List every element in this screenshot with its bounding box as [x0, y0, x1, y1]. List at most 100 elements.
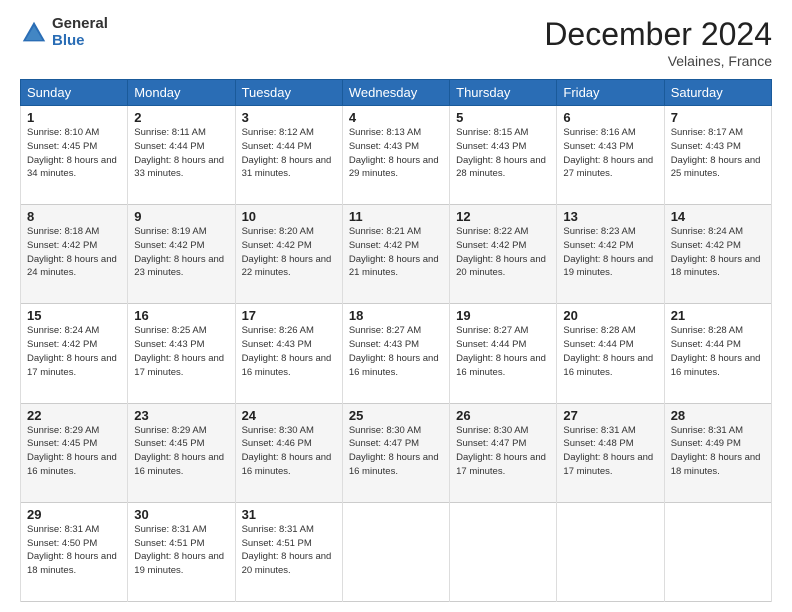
day-number: 20 [563, 308, 657, 323]
cell-details: Sunrise: 8:12 AMSunset: 4:44 PMDaylight:… [242, 126, 336, 181]
day-number: 21 [671, 308, 765, 323]
cell-details: Sunrise: 8:20 AMSunset: 4:42 PMDaylight:… [242, 225, 336, 280]
cell-details: Sunrise: 8:28 AMSunset: 4:44 PMDaylight:… [671, 324, 765, 379]
day-number: 26 [456, 408, 550, 423]
day-number: 18 [349, 308, 443, 323]
day-number: 15 [27, 308, 121, 323]
page: General Blue December 2024 Velaines, Fra… [0, 0, 792, 612]
day-number: 9 [134, 209, 228, 224]
day-number: 23 [134, 408, 228, 423]
calendar-cell: 7Sunrise: 8:17 AMSunset: 4:43 PMDaylight… [664, 106, 771, 205]
month-title: December 2024 [544, 16, 772, 53]
cell-details: Sunrise: 8:15 AMSunset: 4:43 PMDaylight:… [456, 126, 550, 181]
cell-details: Sunrise: 8:10 AMSunset: 4:45 PMDaylight:… [27, 126, 121, 181]
calendar-cell: 3Sunrise: 8:12 AMSunset: 4:44 PMDaylight… [235, 106, 342, 205]
calendar-cell: 6Sunrise: 8:16 AMSunset: 4:43 PMDaylight… [557, 106, 664, 205]
cell-details: Sunrise: 8:26 AMSunset: 4:43 PMDaylight:… [242, 324, 336, 379]
calendar-week-row: 29Sunrise: 8:31 AMSunset: 4:50 PMDayligh… [21, 502, 772, 601]
calendar-cell: 24Sunrise: 8:30 AMSunset: 4:46 PMDayligh… [235, 403, 342, 502]
cell-details: Sunrise: 8:27 AMSunset: 4:44 PMDaylight:… [456, 324, 550, 379]
cell-details: Sunrise: 8:28 AMSunset: 4:44 PMDaylight:… [563, 324, 657, 379]
calendar-cell: 1Sunrise: 8:10 AMSunset: 4:45 PMDaylight… [21, 106, 128, 205]
day-number: 3 [242, 110, 336, 125]
day-number: 12 [456, 209, 550, 224]
calendar-cell: 19Sunrise: 8:27 AMSunset: 4:44 PMDayligh… [450, 304, 557, 403]
cell-details: Sunrise: 8:30 AMSunset: 4:46 PMDaylight:… [242, 424, 336, 479]
day-number: 4 [349, 110, 443, 125]
day-number: 19 [456, 308, 550, 323]
cell-details: Sunrise: 8:30 AMSunset: 4:47 PMDaylight:… [456, 424, 550, 479]
day-number: 27 [563, 408, 657, 423]
calendar-header-saturday: Saturday [664, 80, 771, 106]
calendar-cell: 21Sunrise: 8:28 AMSunset: 4:44 PMDayligh… [664, 304, 771, 403]
calendar-cell: 25Sunrise: 8:30 AMSunset: 4:47 PMDayligh… [342, 403, 449, 502]
calendar-cell: 29Sunrise: 8:31 AMSunset: 4:50 PMDayligh… [21, 502, 128, 601]
cell-details: Sunrise: 8:21 AMSunset: 4:42 PMDaylight:… [349, 225, 443, 280]
cell-details: Sunrise: 8:31 AMSunset: 4:48 PMDaylight:… [563, 424, 657, 479]
cell-details: Sunrise: 8:23 AMSunset: 4:42 PMDaylight:… [563, 225, 657, 280]
logo-icon [20, 19, 48, 47]
calendar-cell [664, 502, 771, 601]
calendar-header-tuesday: Tuesday [235, 80, 342, 106]
day-number: 8 [27, 209, 121, 224]
calendar-cell: 18Sunrise: 8:27 AMSunset: 4:43 PMDayligh… [342, 304, 449, 403]
day-number: 24 [242, 408, 336, 423]
calendar-cell: 4Sunrise: 8:13 AMSunset: 4:43 PMDaylight… [342, 106, 449, 205]
cell-details: Sunrise: 8:29 AMSunset: 4:45 PMDaylight:… [27, 424, 121, 479]
day-number: 5 [456, 110, 550, 125]
cell-details: Sunrise: 8:30 AMSunset: 4:47 PMDaylight:… [349, 424, 443, 479]
calendar-cell [450, 502, 557, 601]
calendar-cell: 15Sunrise: 8:24 AMSunset: 4:42 PMDayligh… [21, 304, 128, 403]
logo-blue-text: Blue [52, 33, 108, 50]
calendar-week-row: 15Sunrise: 8:24 AMSunset: 4:42 PMDayligh… [21, 304, 772, 403]
day-number: 1 [27, 110, 121, 125]
cell-details: Sunrise: 8:19 AMSunset: 4:42 PMDaylight:… [134, 225, 228, 280]
calendar-header-sunday: Sunday [21, 80, 128, 106]
calendar-cell: 31Sunrise: 8:31 AMSunset: 4:51 PMDayligh… [235, 502, 342, 601]
calendar-cell: 14Sunrise: 8:24 AMSunset: 4:42 PMDayligh… [664, 205, 771, 304]
cell-details: Sunrise: 8:11 AMSunset: 4:44 PMDaylight:… [134, 126, 228, 181]
title-block: December 2024 Velaines, France [544, 16, 772, 69]
calendar-table: SundayMondayTuesdayWednesdayThursdayFrid… [20, 79, 772, 602]
day-number: 22 [27, 408, 121, 423]
day-number: 25 [349, 408, 443, 423]
day-number: 29 [27, 507, 121, 522]
day-number: 2 [134, 110, 228, 125]
cell-details: Sunrise: 8:16 AMSunset: 4:43 PMDaylight:… [563, 126, 657, 181]
cell-details: Sunrise: 8:22 AMSunset: 4:42 PMDaylight:… [456, 225, 550, 280]
cell-details: Sunrise: 8:24 AMSunset: 4:42 PMDaylight:… [671, 225, 765, 280]
calendar-cell: 11Sunrise: 8:21 AMSunset: 4:42 PMDayligh… [342, 205, 449, 304]
location: Velaines, France [544, 53, 772, 69]
day-number: 17 [242, 308, 336, 323]
calendar-week-row: 1Sunrise: 8:10 AMSunset: 4:45 PMDaylight… [21, 106, 772, 205]
day-number: 16 [134, 308, 228, 323]
cell-details: Sunrise: 8:18 AMSunset: 4:42 PMDaylight:… [27, 225, 121, 280]
calendar-header-friday: Friday [557, 80, 664, 106]
cell-details: Sunrise: 8:24 AMSunset: 4:42 PMDaylight:… [27, 324, 121, 379]
calendar-week-row: 22Sunrise: 8:29 AMSunset: 4:45 PMDayligh… [21, 403, 772, 502]
cell-details: Sunrise: 8:13 AMSunset: 4:43 PMDaylight:… [349, 126, 443, 181]
day-number: 14 [671, 209, 765, 224]
calendar-cell: 28Sunrise: 8:31 AMSunset: 4:49 PMDayligh… [664, 403, 771, 502]
calendar-cell: 30Sunrise: 8:31 AMSunset: 4:51 PMDayligh… [128, 502, 235, 601]
day-number: 11 [349, 209, 443, 224]
cell-details: Sunrise: 8:29 AMSunset: 4:45 PMDaylight:… [134, 424, 228, 479]
calendar-header-monday: Monday [128, 80, 235, 106]
calendar-cell: 12Sunrise: 8:22 AMSunset: 4:42 PMDayligh… [450, 205, 557, 304]
calendar-header-thursday: Thursday [450, 80, 557, 106]
calendar-cell: 10Sunrise: 8:20 AMSunset: 4:42 PMDayligh… [235, 205, 342, 304]
day-number: 30 [134, 507, 228, 522]
calendar-cell [342, 502, 449, 601]
calendar-cell: 23Sunrise: 8:29 AMSunset: 4:45 PMDayligh… [128, 403, 235, 502]
calendar-cell: 27Sunrise: 8:31 AMSunset: 4:48 PMDayligh… [557, 403, 664, 502]
day-number: 7 [671, 110, 765, 125]
cell-details: Sunrise: 8:31 AMSunset: 4:50 PMDaylight:… [27, 523, 121, 578]
calendar-cell: 9Sunrise: 8:19 AMSunset: 4:42 PMDaylight… [128, 205, 235, 304]
calendar-header-wednesday: Wednesday [342, 80, 449, 106]
cell-details: Sunrise: 8:31 AMSunset: 4:51 PMDaylight:… [242, 523, 336, 578]
calendar-week-row: 8Sunrise: 8:18 AMSunset: 4:42 PMDaylight… [21, 205, 772, 304]
calendar-cell: 8Sunrise: 8:18 AMSunset: 4:42 PMDaylight… [21, 205, 128, 304]
calendar-cell: 22Sunrise: 8:29 AMSunset: 4:45 PMDayligh… [21, 403, 128, 502]
day-number: 13 [563, 209, 657, 224]
calendar-cell [557, 502, 664, 601]
